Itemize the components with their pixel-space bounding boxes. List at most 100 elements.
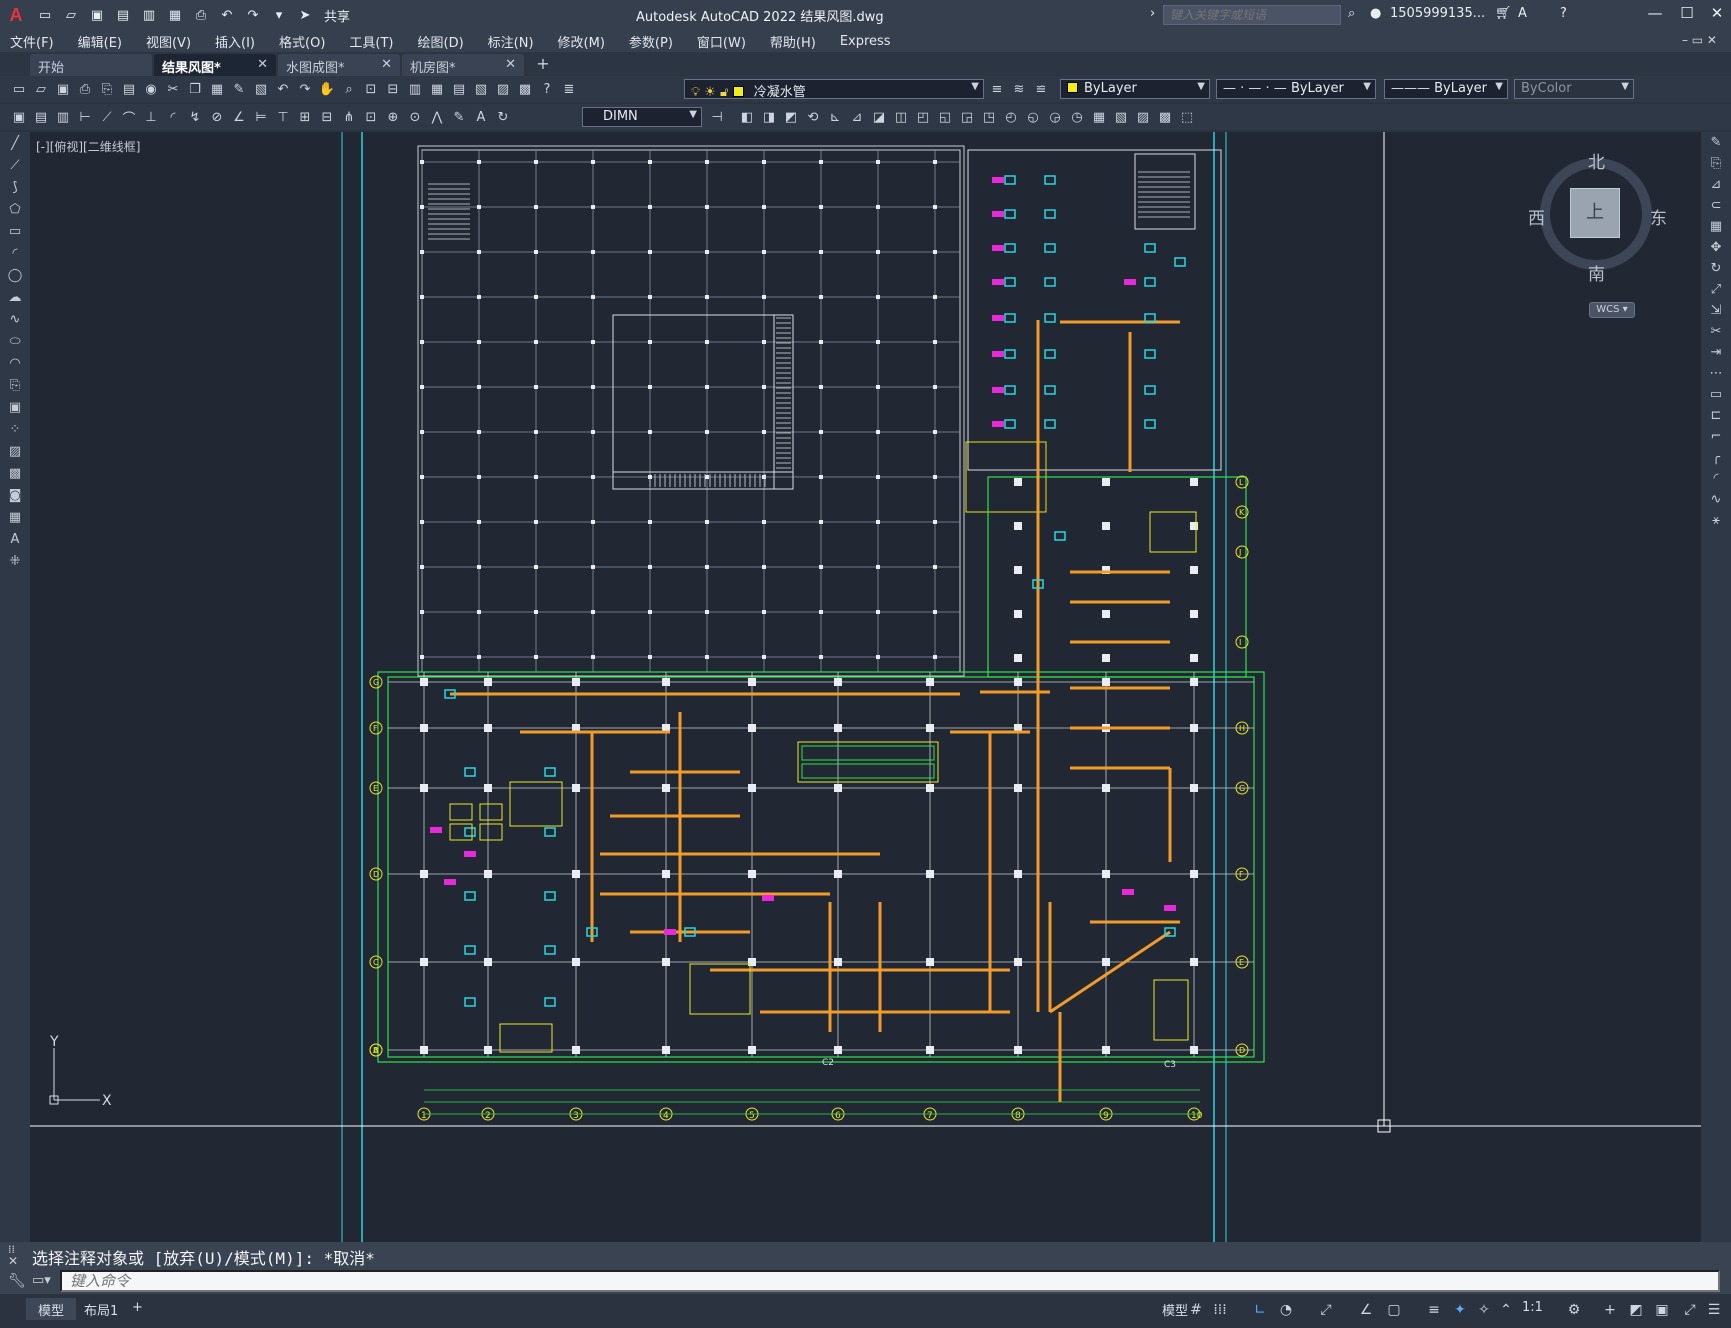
menu-parametric[interactable]: 参数(P) xyxy=(629,32,673,51)
save-as-icon[interactable]: ▤ xyxy=(112,4,134,26)
gradient-icon[interactable]: ▩ xyxy=(0,462,30,484)
new-icon[interactable]: ▭ xyxy=(9,79,29,99)
ucs-x-icon[interactable]: ◵ xyxy=(1023,107,1043,127)
user-icon[interactable]: ● xyxy=(1370,6,1381,21)
ucs-face-icon[interactable]: ◫ xyxy=(891,107,911,127)
match-properties-icon[interactable]: ✎ xyxy=(229,79,249,99)
scale-value[interactable]: 1:1 xyxy=(1518,1298,1547,1320)
explode-icon[interactable]: ⚹ xyxy=(1701,510,1731,531)
menu-format[interactable]: 格式(O) xyxy=(279,32,325,51)
menu-edit[interactable]: 编辑(E) xyxy=(78,32,122,51)
viewcube-top-face[interactable]: 上 xyxy=(1570,188,1620,238)
plot-icon[interactable]: ⎙ xyxy=(190,4,212,26)
tool-icon[interactable]: ▣ xyxy=(9,107,29,127)
zoom-realtime-icon[interactable]: ⌕ xyxy=(339,79,359,99)
grid-icon[interactable]: # xyxy=(1186,1302,1206,1322)
rectangle-icon[interactable]: ▭ xyxy=(0,220,30,242)
osnap-icon[interactable]: ▢ xyxy=(1384,1302,1404,1322)
publish-icon[interactable]: ▤ xyxy=(119,79,139,99)
mirror-icon[interactable]: ⊿ xyxy=(1701,174,1731,195)
help-icon[interactable]: ? xyxy=(1560,6,1567,21)
wcs-menu[interactable]: WCS ▾ xyxy=(1589,302,1635,318)
trim-icon[interactable]: ✂ xyxy=(1701,321,1731,342)
view-icon[interactable]: ◨ xyxy=(759,107,779,127)
dimstyle-manager-icon[interactable]: ⊣ xyxy=(707,107,727,127)
viewcube[interactable]: 上 北 南 西 东 xyxy=(1520,148,1670,298)
block-editor-icon[interactable]: ▧ xyxy=(251,79,271,99)
menu-file[interactable]: 文件(F) xyxy=(10,32,54,51)
customization-icon[interactable]: ☰ xyxy=(1704,1302,1724,1322)
close-window-button[interactable]: ✕ xyxy=(1702,4,1731,26)
markup-icon[interactable]: ▨ xyxy=(493,79,513,99)
table-icon[interactable]: ▦ xyxy=(0,506,30,528)
ucs-icon[interactable]: ⊾ xyxy=(825,107,845,127)
design-center-icon[interactable]: ▦ xyxy=(427,79,447,99)
redo-icon[interactable]: ↷ xyxy=(242,4,264,26)
plotstyle-dropdown[interactable]: ByColor ▼ xyxy=(1514,79,1634,99)
menu-insert[interactable]: 插入(I) xyxy=(215,32,255,51)
undo-icon[interactable]: ↶ xyxy=(216,4,238,26)
dimtedit-icon[interactable]: A xyxy=(471,107,491,127)
angular-icon[interactable]: ∠ xyxy=(229,107,249,127)
polyline-icon[interactable]: ⟆ xyxy=(0,176,30,198)
close-icon[interactable]: ✕ xyxy=(381,57,392,72)
view-icon[interactable]: ◧ xyxy=(737,107,757,127)
user-account[interactable]: 1505999135... xyxy=(1390,6,1485,21)
gear-icon[interactable]: ⚙ xyxy=(1564,1302,1584,1322)
menu-express[interactable]: Express xyxy=(840,34,891,49)
construction-line-icon[interactable]: ⟋ xyxy=(0,154,30,176)
menu-modify[interactable]: 修改(M) xyxy=(558,32,605,51)
erase-icon[interactable]: ✎ xyxy=(1701,132,1731,153)
layer-previous-icon[interactable]: ≋ xyxy=(1009,79,1029,99)
view-icon[interactable]: ◩ xyxy=(781,107,801,127)
sheet-set-icon[interactable]: ▧ xyxy=(471,79,491,99)
tool-palettes-icon[interactable]: ▤ xyxy=(449,79,469,99)
compass-south[interactable]: 南 xyxy=(1588,260,1605,285)
save-icon[interactable]: ▣ xyxy=(86,4,108,26)
open-icon[interactable]: ▱ xyxy=(60,4,82,26)
share-icon[interactable]: ➤ xyxy=(294,4,316,26)
center-mark-icon[interactable]: ⊕ xyxy=(383,107,403,127)
aligned-dim-icon[interactable]: ⟋ xyxy=(97,107,117,127)
cart-icon[interactable]: 🛒︎ xyxy=(1495,6,1512,21)
ucs-object-icon[interactable]: ◰ xyxy=(913,107,933,127)
open-icon[interactable]: ▱ xyxy=(31,79,51,99)
osnap-tracking-icon[interactable]: ∠ xyxy=(1356,1302,1376,1322)
tool-icon[interactable]: ▤ xyxy=(31,107,51,127)
radius-icon[interactable]: ◜ xyxy=(163,107,183,127)
ucs-named-icon[interactable]: ▧ xyxy=(1111,107,1131,127)
tolerance-icon[interactable]: ⊡ xyxy=(361,107,381,127)
layer-dropdown[interactable]: 💡︎ ☀ 🔓︎ 冷凝水管 ▼ xyxy=(684,79,984,100)
menu-help[interactable]: 帮助(H) xyxy=(770,32,816,51)
paste-icon[interactable]: ▦ xyxy=(207,79,227,99)
new-tab-button[interactable]: + xyxy=(532,54,554,76)
compass-west[interactable]: 西 xyxy=(1528,204,1545,229)
stretch-icon[interactable]: ⇲ xyxy=(1701,300,1731,321)
zoom-previous-icon[interactable]: ⊟ xyxy=(383,79,403,99)
camera-icon[interactable]: ▩ xyxy=(1155,107,1175,127)
rotate-icon[interactable]: ↻ xyxy=(1701,258,1731,279)
arc-length-icon[interactable]: ⌒ xyxy=(119,107,139,127)
snap-icon[interactable]: ⁞⁞⁞ xyxy=(1210,1302,1230,1322)
fullscreen-icon[interactable]: ⤢ xyxy=(1680,1302,1700,1322)
move-icon[interactable]: ✥ xyxy=(1701,237,1731,258)
plot-icon[interactable]: ⎙ xyxy=(75,79,95,99)
lineweight-dropdown[interactable]: ——— ByLayer ▼ xyxy=(1384,79,1508,99)
drawing-area[interactable]: [-][俯视][二维线框] 1 2 3 4 5 6 7 8 9 10 G F E… xyxy=(30,132,1701,1242)
isodraft-icon[interactable]: ⤢ xyxy=(1316,1302,1336,1322)
save-web-icon[interactable]: ▦ xyxy=(164,4,186,26)
render-icon[interactable]: ▨ xyxy=(1133,107,1153,127)
compass-north[interactable]: 北 xyxy=(1588,148,1605,173)
ucs-origin-icon[interactable]: ◲ xyxy=(957,107,977,127)
make-current-layer-icon[interactable]: ≡ xyxy=(987,79,1007,99)
tab-results-air[interactable]: 结果风图* ✕ xyxy=(154,54,276,76)
recent-commands-icon[interactable]: ▭▾ xyxy=(32,1273,51,1288)
circle-icon[interactable]: ◯ xyxy=(0,264,30,286)
inspect-icon[interactable]: ⊙ xyxy=(405,107,425,127)
search-input[interactable] xyxy=(1163,5,1341,25)
redo-icon[interactable]: ↷ xyxy=(295,79,315,99)
command-input[interactable] xyxy=(60,1270,1720,1292)
ucs-y-icon[interactable]: ◶ xyxy=(1045,107,1065,127)
annotation-scale-icon[interactable]: ⌃ xyxy=(1496,1302,1516,1322)
isolate-icon[interactable]: ◩ xyxy=(1626,1302,1646,1322)
